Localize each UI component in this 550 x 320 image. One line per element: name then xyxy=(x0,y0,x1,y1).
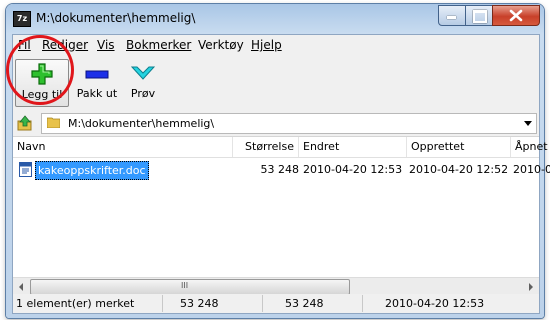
scrollbar-grip: III xyxy=(181,281,189,290)
folder-up-button[interactable] xyxy=(15,114,35,132)
add-button[interactable]: Legg til xyxy=(15,59,69,107)
horizontal-scrollbar[interactable]: III xyxy=(13,277,539,295)
file-size: 53 248 xyxy=(260,163,300,176)
menu-view[interactable]: Vis xyxy=(97,38,115,52)
menu-file[interactable]: Fil xyxy=(18,38,31,52)
chevron-down-icon[interactable] xyxy=(524,121,532,126)
status-selected-count: 1 element(er) merket xyxy=(13,295,163,312)
menu-tools-label: Verktøy xyxy=(198,38,244,52)
test-button-label: Prøv xyxy=(130,87,156,100)
menu-tools[interactable]: Verktøy xyxy=(198,38,244,52)
status-bar: 1 element(er) merket 53 248 53 248 2010-… xyxy=(13,294,539,313)
folder-up-icon xyxy=(17,115,32,131)
minimize-icon xyxy=(439,6,465,25)
app-icon[interactable]: 7z xyxy=(13,11,31,27)
blue-minus-icon xyxy=(85,70,109,79)
scrollbar-thumb[interactable]: III xyxy=(30,279,350,295)
window-title: M:\dokumenter\hemmelig\ xyxy=(36,11,196,25)
status-date: 2010-04-20 12:53 xyxy=(385,297,485,310)
menu-help[interactable]: Hjelp xyxy=(251,38,282,52)
address-path: M:\dokumenter\hemmelig\ xyxy=(68,117,215,130)
close-button[interactable] xyxy=(492,5,540,26)
column-header-created[interactable]: Opprettet xyxy=(407,137,511,157)
menu-help-label: Hjelp xyxy=(251,38,282,52)
status-size: 53 248 xyxy=(163,295,263,312)
address-field[interactable]: M:\dokumenter\hemmelig\ xyxy=(41,113,537,134)
cyan-check-icon xyxy=(131,66,155,80)
table-row[interactable]: kakeoppskrifter.doc 53 248 2010-04-20 12… xyxy=(13,161,550,180)
status-packed-size: 53 248 xyxy=(263,295,363,312)
folder-icon xyxy=(47,117,60,128)
file-modified: 2010-04-20 12:53 xyxy=(303,163,403,176)
app-window: 7z M:\dokumenter\hemmelig\ Fil Rediger V… xyxy=(6,4,550,318)
menu-view-label: Vis xyxy=(97,38,115,52)
menu-bar: Fil Rediger Vis Bokmerker Verktøy Hjelp xyxy=(13,35,539,55)
file-created: 2010-04-20 12:52 xyxy=(409,163,509,176)
add-button-label: Legg til xyxy=(21,88,63,101)
extract-button-label: Pakk ut xyxy=(76,87,118,100)
client-area: Fil Rediger Vis Bokmerker Verktøy Hjelp … xyxy=(12,34,550,314)
menu-edit[interactable]: Rediger xyxy=(42,38,88,52)
extract-button[interactable]: Pakk ut xyxy=(73,59,121,105)
maximize-button[interactable] xyxy=(465,5,493,26)
title-bar[interactable]: 7z M:\dokumenter\hemmelig\ xyxy=(6,4,544,34)
column-header-size[interactable]: Størrelse xyxy=(233,137,299,157)
menu-edit-label: Rediger xyxy=(42,38,89,52)
column-header-modified[interactable]: Endret xyxy=(299,137,407,157)
test-button[interactable]: Prøv xyxy=(123,59,163,105)
menu-bookmarks-label: Bokmerker xyxy=(126,38,192,52)
scroll-left-arrow-icon[interactable] xyxy=(13,278,30,295)
word-document-icon xyxy=(19,162,32,177)
address-bar: M:\dokumenter\hemmelig\ xyxy=(13,112,539,134)
file-name[interactable]: kakeoppskrifter.doc xyxy=(35,161,149,180)
minimize-button[interactable] xyxy=(438,5,466,26)
column-headers: Navn Størrelse Endret Opprettet Åpnet xyxy=(13,137,548,158)
menu-file-label: Fil xyxy=(18,38,31,52)
maximize-icon xyxy=(466,6,492,25)
green-plus-icon xyxy=(31,63,53,85)
close-icon xyxy=(509,9,523,22)
column-header-accessed[interactable]: Åpnet xyxy=(511,137,548,157)
file-list[interactable]: Navn Størrelse Endret Opprettet Åpnet ka… xyxy=(13,136,550,295)
menu-bookmarks[interactable]: Bokmerker xyxy=(126,38,191,52)
scroll-right-arrow-icon[interactable] xyxy=(522,278,539,295)
toolbar: Legg til Pakk ut Prøv xyxy=(13,55,539,111)
column-header-name[interactable]: Navn xyxy=(13,137,233,157)
file-accessed: 2010-04- xyxy=(513,163,550,176)
